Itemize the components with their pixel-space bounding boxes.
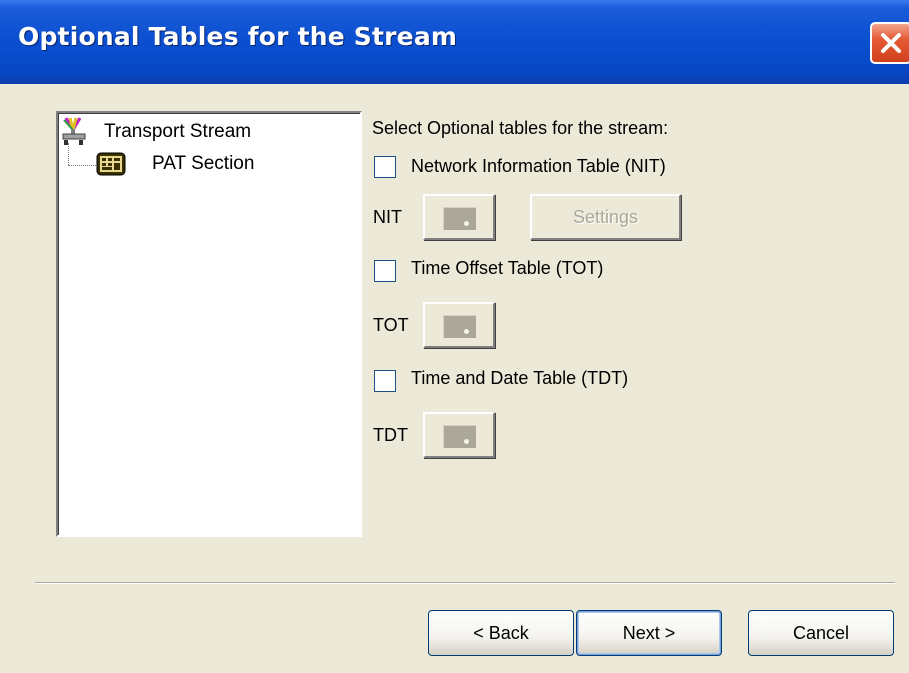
nit-checkbox[interactable] <box>374 156 396 178</box>
title-bar: Optional Tables for the Stream <box>0 0 909 84</box>
table-button-icon <box>443 207 476 230</box>
window-title: Optional Tables for the Stream <box>18 22 458 51</box>
tot-checkbox[interactable] <box>374 260 396 282</box>
tot-table-button[interactable] <box>423 302 495 348</box>
tdt-row-label: TDT <box>373 425 408 445</box>
cancel-button[interactable]: Cancel <box>748 610 894 656</box>
table-button-icon <box>443 315 476 338</box>
nit-table-button[interactable] <box>423 194 495 240</box>
tdt-checkbox[interactable] <box>374 370 396 392</box>
close-icon <box>881 33 901 53</box>
stream-tree-view[interactable]: Transport Stream PAT Section <box>56 111 362 537</box>
tree-item-label: PAT Section <box>152 153 255 174</box>
divider <box>35 582 895 584</box>
tdt-checkbox-label[interactable]: Time and Date Table (TDT) <box>411 368 628 389</box>
nit-row-label: NIT <box>373 207 402 227</box>
next-button[interactable]: Next > <box>576 610 722 656</box>
table-button-icon <box>443 425 476 448</box>
tree-connector <box>68 143 69 165</box>
tot-row-label: TOT <box>373 315 409 335</box>
close-button[interactable] <box>870 22 909 64</box>
tree-connector <box>68 165 96 166</box>
tree-item-label: Transport Stream <box>104 121 252 142</box>
nit-settings-button[interactable]: Settings <box>530 194 681 240</box>
nit-checkbox-label[interactable]: Network Information Table (NIT) <box>411 156 666 177</box>
table-section-icon <box>96 151 126 182</box>
tot-checkbox-label[interactable]: Time Offset Table (TOT) <box>411 258 603 279</box>
network-icon <box>62 116 92 151</box>
back-button[interactable]: < Back <box>428 610 574 656</box>
options-prompt: Select Optional tables for the stream: <box>372 118 669 138</box>
tdt-table-button[interactable] <box>423 412 495 458</box>
